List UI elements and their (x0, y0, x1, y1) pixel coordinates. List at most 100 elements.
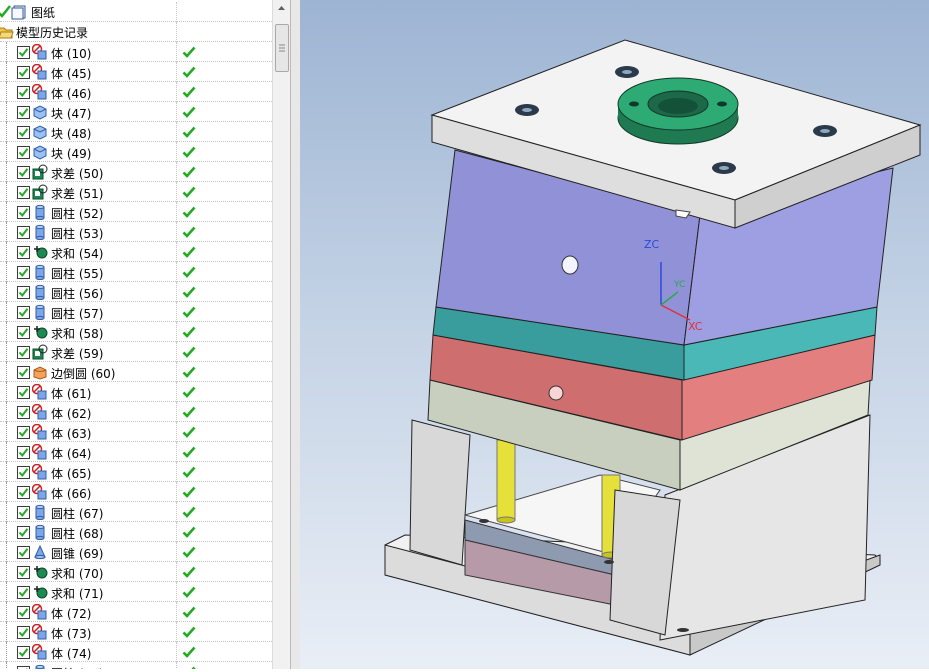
visibility-checkbox[interactable] (17, 146, 30, 159)
tree-row[interactable]: 圆柱 (75) (0, 662, 272, 669)
block-icon (32, 144, 48, 160)
visibility-checkbox[interactable] (17, 586, 30, 599)
up-to-date-checkmark-icon (182, 345, 196, 359)
visibility-checkbox[interactable] (17, 646, 30, 659)
tree-row[interactable]: 求差 (50) (0, 162, 272, 182)
visibility-checkbox[interactable] (17, 66, 30, 79)
visibility-checkbox[interactable] (17, 126, 30, 139)
tree-row[interactable]: 圆柱 (67) (0, 502, 272, 522)
visibility-checkbox[interactable] (17, 386, 30, 399)
tree-row[interactable]: 体 (65) (0, 462, 272, 482)
part-navigator: 图纸 模型历史记录 体 (10) 体 (45) 体 (46) 块 (47) 块 (48)… (0, 0, 291, 669)
tree-row[interactable]: 块 (48) (0, 122, 272, 142)
visibility-checkbox[interactable] (17, 86, 30, 99)
visibility-checkbox[interactable] (17, 546, 30, 559)
tree-row[interactable]: 求和 (54) (0, 242, 272, 262)
unite-icon (32, 564, 48, 580)
visibility-checkbox[interactable] (17, 366, 30, 379)
cylinder-icon (32, 204, 48, 221)
tree-row[interactable]: 圆柱 (57) (0, 302, 272, 322)
visibility-checkbox[interactable] (17, 566, 30, 579)
mold-assembly-model (384, 39, 922, 656)
tree-row-label: 圆柱 (57) (51, 307, 104, 321)
tree-row[interactable]: 体 (61) (0, 382, 272, 402)
visibility-checkbox[interactable] (17, 206, 30, 219)
up-to-date-checkmark-icon (182, 105, 196, 119)
visibility-checkbox[interactable] (17, 286, 30, 299)
cylinder-icon (32, 504, 48, 521)
cylinder-icon (32, 264, 48, 281)
tree-row-label: 求和 (70) (51, 567, 104, 581)
tree-row[interactable]: 体 (72) (0, 602, 272, 622)
visibility-checkbox[interactable] (17, 406, 30, 419)
visibility-checkbox[interactable] (17, 506, 30, 519)
visibility-checkbox[interactable] (17, 226, 30, 239)
tree-row[interactable]: 求差 (59) (0, 342, 272, 362)
tree-row[interactable]: 求和 (71) (0, 582, 272, 602)
unite-icon (32, 584, 48, 600)
tree-row-label: 体 (74) (51, 647, 92, 661)
visibility-checkbox[interactable] (17, 166, 30, 179)
pane-splitter[interactable] (291, 0, 300, 669)
tree-row[interactable]: 圆柱 (53) (0, 222, 272, 242)
tree-row[interactable]: 圆锥 (69) (0, 542, 272, 562)
tree-row[interactable]: 体 (62) (0, 402, 272, 422)
up-to-date-checkmark-icon (182, 145, 196, 159)
up-to-date-checkmark-icon (182, 265, 196, 279)
visibility-checkbox[interactable] (17, 106, 30, 119)
tree-row[interactable]: 圆柱 (56) (0, 282, 272, 302)
tree-row[interactable]: 边倒圆 (60) (0, 362, 272, 382)
tree-row[interactable]: 圆柱 (68) (0, 522, 272, 542)
tree-history-row[interactable]: 模型历史记录 (0, 22, 272, 42)
visibility-checkbox[interactable] (17, 266, 30, 279)
body-icon (31, 463, 48, 480)
block-icon (32, 124, 48, 140)
tree-row[interactable]: 块 (49) (0, 142, 272, 162)
tree-row[interactable]: 求差 (51) (0, 182, 272, 202)
tree-row[interactable]: 体 (10) (0, 42, 272, 62)
up-to-date-checkmark-icon (182, 225, 196, 239)
subtract-icon (32, 164, 48, 180)
tree-row[interactable]: 圆柱 (52) (0, 202, 272, 222)
tree-row[interactable]: 体 (66) (0, 482, 272, 502)
tree-row-label: 体 (61) (51, 387, 92, 401)
tree-row-label: 求和 (58) (51, 327, 104, 341)
tree-row[interactable]: 求和 (70) (0, 562, 272, 582)
tree-row[interactable]: 体 (46) (0, 82, 272, 102)
tree-row[interactable]: 体 (74) (0, 642, 272, 662)
visibility-checkbox[interactable] (17, 306, 30, 319)
tree-row[interactable]: 体 (73) (0, 622, 272, 642)
tree-row[interactable]: 块 (47) (0, 102, 272, 122)
tree-row-label: 求差 (50) (51, 167, 104, 181)
tree-row[interactable]: 体 (63) (0, 422, 272, 442)
tree-scrollbar[interactable] (272, 0, 290, 669)
tree-row-label: 圆柱 (75) (51, 665, 103, 669)
visibility-checkbox[interactable] (17, 466, 30, 479)
visibility-checkbox[interactable] (17, 186, 30, 199)
visibility-checkbox[interactable] (17, 426, 30, 439)
tree-root-row[interactable]: 图纸 (0, 2, 272, 22)
tree-row[interactable]: 体 (64) (0, 442, 272, 462)
visibility-checkbox[interactable] (17, 486, 30, 499)
visibility-checkbox[interactable] (17, 326, 30, 339)
tree-row-label: 圆柱 (55) (51, 267, 104, 281)
visibility-checkbox[interactable] (17, 246, 30, 259)
tree-row-label: 体 (65) (51, 467, 92, 481)
cylinder-icon (32, 524, 48, 541)
visibility-checkbox[interactable] (17, 606, 30, 619)
visibility-checkbox[interactable] (17, 346, 30, 359)
tree-row[interactable]: 体 (45) (0, 62, 272, 82)
visibility-checkbox[interactable] (17, 526, 30, 539)
up-to-date-checkmark-icon (182, 665, 196, 669)
tree-row[interactable]: 求和 (58) (0, 322, 272, 342)
visibility-checkbox[interactable] (17, 626, 30, 639)
visibility-checkbox[interactable] (17, 46, 30, 59)
tree-row-label: 体 (46) (51, 87, 92, 101)
tree-row[interactable]: 圆柱 (55) (0, 262, 272, 282)
cylinder-icon (32, 284, 48, 301)
graphics-window[interactable]: ZC XC YC (300, 0, 929, 669)
tree-row-label: 块 (47) (51, 107, 92, 121)
visibility-checkbox[interactable] (17, 446, 30, 459)
scroll-thumb[interactable] (275, 24, 289, 72)
scroll-up-button[interactable] (273, 0, 290, 16)
